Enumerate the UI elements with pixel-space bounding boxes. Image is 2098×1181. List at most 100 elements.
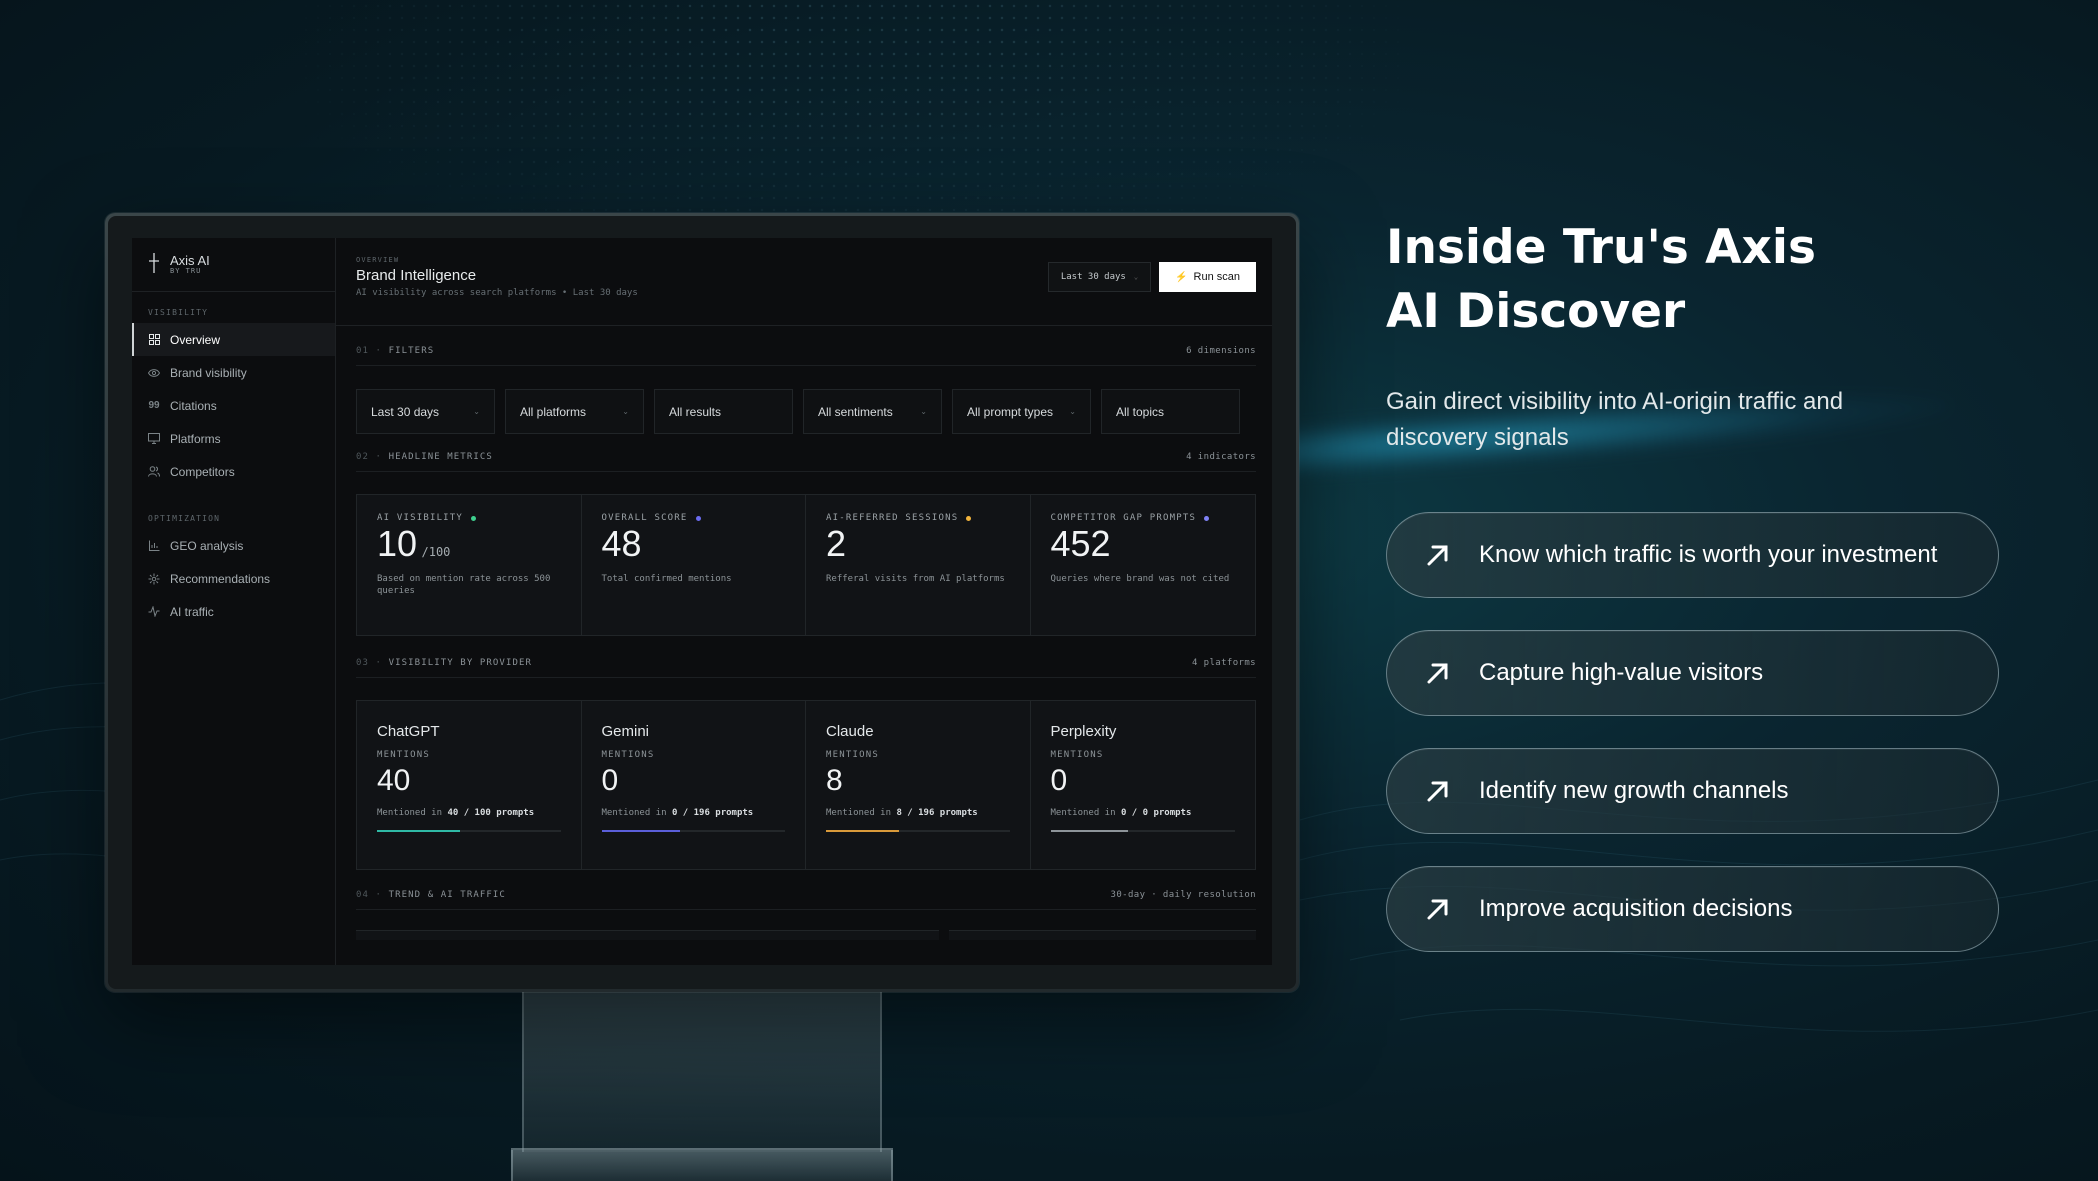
sidebar-item-competitors[interactable]: Competitors <box>132 455 335 488</box>
sidebar-item-label: GEO analysis <box>170 538 244 553</box>
sidebar-item-label: Brand visibility <box>170 365 247 380</box>
metric-card-overall-score[interactable]: OVERALL SCORE 48 Total confirmed mention… <box>582 495 806 635</box>
provider-progress-bar <box>1050 830 1235 832</box>
status-dot <box>471 515 477 521</box>
hero-headline: Inside Tru's Axis AI Discover <box>1386 216 1986 344</box>
sidebar-item-platforms[interactable]: Platforms <box>132 422 335 455</box>
desc-prefix: Mentioned in <box>377 808 443 818</box>
provider-card-claude[interactable]: Claude MENTIONS 8 Mentioned in 8 / 196 p… <box>806 701 1031 869</box>
filter-topics[interactable]: All topics <box>1101 389 1240 434</box>
sidebar-item-label: AI traffic <box>170 604 214 619</box>
filter-platforms[interactable]: All platforms ⌄ <box>505 389 644 434</box>
provider-mentions-value: 40 <box>377 764 411 797</box>
section-header-providers: 03 · VISIBILITY BY PROVIDER 4 platforms <box>356 648 1256 678</box>
desc-count: 0 / 0 prompts <box>1120 808 1192 818</box>
chevron-down-icon: ⌄ <box>1133 273 1139 281</box>
section-number: 03 · <box>356 657 383 668</box>
sidebar-item-geo-analysis[interactable]: GEO analysis <box>132 529 335 562</box>
run-scan-button[interactable]: ⚡ Run scan <box>1159 262 1256 292</box>
monitor-bezel: Axis AI BY TRU VISIBILITY Overview Brand <box>108 216 1296 989</box>
page-eyebrow: OVERVIEW <box>356 256 400 264</box>
desc-count: 8 / 196 prompts <box>896 808 978 818</box>
filter-value: All platforms <box>520 404 587 419</box>
filter-value: All results <box>669 404 722 419</box>
sidebar-item-ai-traffic[interactable]: AI traffic <box>132 595 335 628</box>
section-title: FILTERS <box>388 345 435 356</box>
section-number: 01 · <box>356 345 383 356</box>
provider-progress-bar <box>601 830 785 832</box>
sidebar-item-brand-visibility[interactable]: Brand visibility <box>132 356 335 389</box>
app-screen: Axis AI BY TRU VISIBILITY Overview Brand <box>132 238 1272 965</box>
provider-progress-fill <box>826 830 900 832</box>
sidebar-item-recommendations[interactable]: Recommendations <box>132 562 335 595</box>
metric-label: AI-REFERRED SESSIONS <box>826 513 959 523</box>
metric-unit: /100 <box>421 545 451 559</box>
metric-description: Total confirmed mentions <box>601 574 732 584</box>
filter-sentiments[interactable]: All sentiments ⌄ <box>803 389 942 434</box>
filter-results[interactable]: All results <box>654 389 793 434</box>
sidebar-section-optimization: OPTIMIZATION <box>148 514 221 523</box>
provider-card-gemini[interactable]: Gemini MENTIONS 0 Mentioned in 0 / 196 p… <box>582 701 806 869</box>
metric-description: Refferal visits from AI platforms <box>826 574 1005 584</box>
metric-value: 48 <box>601 523 642 564</box>
trend-chart-panel <box>356 930 940 940</box>
filter-prompt-types[interactable]: All prompt types ⌄ <box>952 389 1091 434</box>
provider-mentions-value: 0 <box>601 764 619 797</box>
status-dot <box>695 515 701 521</box>
provider-mentions-value: 0 <box>1050 764 1068 797</box>
metric-label: OVERALL SCORE <box>601 513 688 523</box>
metric-label: AI VISIBILITY <box>377 513 464 523</box>
monitor-icon <box>148 433 160 445</box>
arrow-up-right-icon <box>1423 658 1453 688</box>
section-number: 02 · <box>356 451 383 462</box>
provider-visibility-grid: ChatGPT MENTIONS 40 Mentioned in 40 / 10… <box>356 700 1256 870</box>
status-dot <box>966 515 972 521</box>
desc-count: 40 / 100 prompts <box>447 808 535 818</box>
metric-label: COMPETITOR GAP PROMPTS <box>1050 513 1197 523</box>
sidebar-item-overview[interactable]: Overview <box>132 323 335 356</box>
desc-prefix: Mentioned in <box>1050 808 1116 818</box>
brand-logo[interactable]: Axis AI BY TRU <box>132 238 335 292</box>
section-meta: 4 indicators <box>1186 451 1256 462</box>
provider-name: ChatGPT <box>377 723 440 740</box>
benefit-pill-visitors[interactable]: Capture high-value visitors <box>1386 630 1999 716</box>
sidebar-item-citations[interactable]: 99 Citations <box>132 389 335 422</box>
filter-value: All sentiments <box>818 404 893 419</box>
monitor-stand-neck <box>522 992 882 1152</box>
arrow-up-right-icon <box>1423 776 1453 806</box>
benefit-pill-acquisition[interactable]: Improve acquisition decisions <box>1386 866 1999 952</box>
provider-description: Mentioned in 0 / 196 prompts <box>602 808 786 818</box>
metric-card-ai-referred-sessions[interactable]: AI-REFERRED SESSIONS 2 Refferal visits f… <box>806 495 1031 635</box>
filter-value: Last 30 days <box>371 404 440 419</box>
sidebar: Axis AI BY TRU VISIBILITY Overview Brand <box>132 238 336 965</box>
section-header-filters: 01 · FILTERS 6 dimensions <box>356 336 1256 366</box>
users-icon <box>148 466 160 478</box>
benefit-pill-investment[interactable]: Know which traffic is worth your investm… <box>1386 512 1999 598</box>
provider-progress-bar <box>377 830 561 832</box>
date-range-dropdown[interactable]: Last 30 days ⌄ <box>1047 262 1152 292</box>
hero-subtitle: Gain direct visibility into AI-origin tr… <box>1386 388 1844 451</box>
provider-card-perplexity[interactable]: Perplexity MENTIONS 0 Mentioned in 0 / 0… <box>1031 701 1256 869</box>
grid-icon <box>148 334 160 346</box>
chevron-down-icon: ⌄ <box>622 407 629 416</box>
metric-card-ai-visibility[interactable]: AI VISIBILITY 10 /100 Based on mention r… <box>357 495 582 635</box>
filter-date-range[interactable]: Last 30 days ⌄ <box>356 389 495 434</box>
section-title: VISIBILITY BY PROVIDER <box>388 657 533 668</box>
chevron-down-icon: ⌄ <box>1069 407 1076 416</box>
page-subtitle: AI visibility across search platforms • … <box>356 288 638 298</box>
desc-prefix: Mentioned in <box>601 808 667 818</box>
brand-name: Axis AI <box>170 252 210 268</box>
bar-chart-icon <box>148 540 160 552</box>
metric-value: 452 <box>1050 523 1111 564</box>
metric-card-competitor-gap[interactable]: COMPETITOR GAP PROMPTS 452 Queries where… <box>1031 495 1256 635</box>
arrow-up-right-icon <box>1423 540 1453 570</box>
monitor-frame: Axis AI BY TRU VISIBILITY Overview Brand <box>105 213 1299 992</box>
provider-card-chatgpt[interactable]: ChatGPT MENTIONS 40 Mentioned in 40 / 10… <box>357 701 582 869</box>
provider-name: Claude <box>826 723 874 740</box>
provider-progress-fill <box>377 830 460 832</box>
provider-metric-label: MENTIONS <box>601 750 655 760</box>
section-header-trend: 04 · TREND & AI TRAFFIC 30-day · daily r… <box>356 880 1256 910</box>
benefit-pill-growth-channels[interactable]: Identify new growth channels <box>1386 748 1999 834</box>
date-range-value: Last 30 days <box>1060 272 1126 282</box>
metric-value: 2 <box>826 523 847 564</box>
